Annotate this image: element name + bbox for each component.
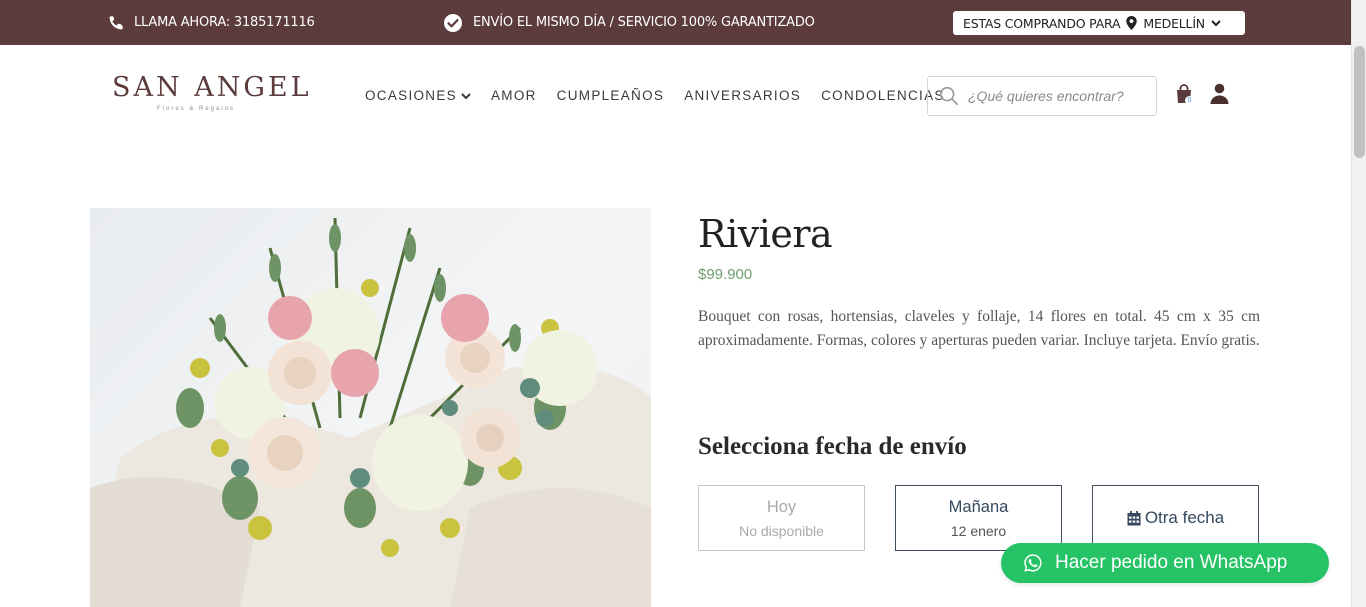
phone-icon	[109, 15, 123, 29]
option-label: Otra fecha	[1144, 508, 1225, 527]
nav-item-amor[interactable]: AMOR	[491, 88, 537, 103]
option-sub: 12 enero	[950, 522, 1007, 539]
page-scrollbar[interactable]	[1351, 0, 1366, 607]
option-label: Hoy	[766, 497, 797, 516]
logo-subtitle: Flores & Regalos	[156, 106, 236, 112]
whatsapp-order-button[interactable]: Hacer pedido en WhatsApp	[1001, 543, 1329, 583]
calendar-icon	[1127, 510, 1141, 525]
logo-text: SAN ANGEL	[112, 72, 312, 103]
whatsapp-label: Hacer pedido en WhatsApp	[1055, 552, 1288, 573]
top-bar: LLAMA AHORA: 3185171116 ENVÍO EL MISMO D…	[0, 0, 1351, 45]
nav-item-label: OCASIONES	[365, 88, 457, 103]
delivery-date-heading: Selecciona fecha de envío	[698, 433, 967, 460]
map-pin-icon	[1126, 16, 1138, 30]
delivery-option-tomorrow[interactable]: Mañana 12 enero	[895, 485, 1062, 551]
call-label: LLAMA AHORA: 3185171116	[134, 15, 315, 30]
search-icon[interactable]	[938, 85, 960, 107]
chevron-down-icon	[1211, 20, 1221, 27]
nav-item-ocasiones[interactable]: OCASIONES	[365, 88, 471, 103]
product-description: Bouquet con rosas, hortensias, claveles …	[698, 308, 1260, 349]
main-nav: OCASIONES AMOR CUMPLEAÑOS ANIVERSARIOS C…	[365, 88, 965, 103]
option-sub: No disponible	[739, 522, 824, 539]
nav-item-label: AMOR	[490, 88, 537, 103]
cart-count: 0	[1185, 96, 1194, 105]
scrollbar-thumb[interactable]	[1354, 46, 1365, 158]
search-box[interactable]	[927, 76, 1157, 116]
product-price: $99.900	[698, 266, 753, 283]
delivery-option-today: Hoy No disponible	[698, 485, 865, 551]
check-circle-icon	[444, 13, 462, 32]
site-logo[interactable]: SAN ANGEL Flores & Regalos	[112, 72, 312, 118]
location-prefix: ESTAS COMPRANDO PARA	[963, 15, 1121, 31]
account-button[interactable]	[1210, 83, 1230, 105]
product-title: Riviera	[698, 212, 833, 256]
nav-item-label: ANIVERSARIOS	[684, 88, 802, 103]
location-selector-button[interactable]: ESTAS COMPRANDO PARA MEDELLÍN	[953, 11, 1245, 35]
bouquet-illustration	[90, 217, 651, 607]
delivery-option-other-date[interactable]: Otra fecha	[1092, 485, 1259, 551]
product-image	[90, 208, 651, 607]
shipping-guarantee: ENVÍO EL MISMO DÍA / SERVICIO 100% GARAN…	[443, 0, 815, 45]
user-icon	[1210, 83, 1229, 104]
option-label: Mañana	[948, 497, 1009, 516]
nav-item-label: CUMPLEAÑOS	[556, 88, 665, 103]
chevron-down-icon	[461, 92, 471, 99]
shipping-label: ENVÍO EL MISMO DÍA / SERVICIO 100% GARAN…	[473, 15, 815, 30]
nav-item-aniversarios[interactable]: ANIVERSARIOS	[684, 88, 801, 103]
call-now[interactable]: LLAMA AHORA: 3185171116	[108, 0, 315, 45]
search-input[interactable]	[968, 88, 1148, 104]
whatsapp-icon	[1024, 554, 1042, 572]
cart-button[interactable]: 0	[1175, 84, 1195, 106]
location-city: MEDELLÍN	[1143, 15, 1205, 31]
nav-item-cumpleanos[interactable]: CUMPLEAÑOS	[557, 88, 665, 103]
